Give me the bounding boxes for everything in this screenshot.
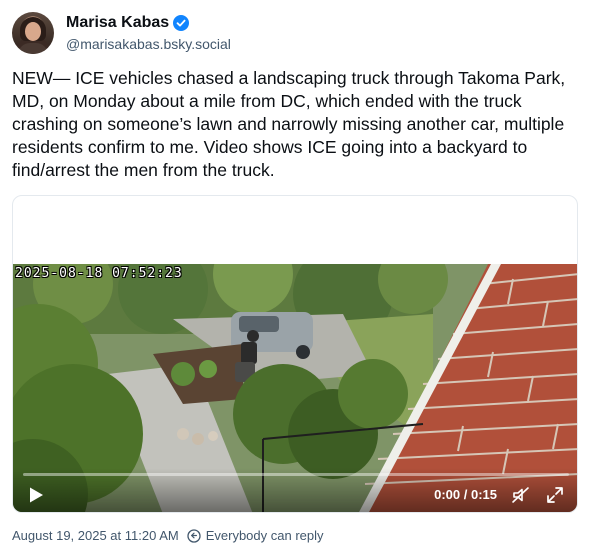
play-button[interactable]: [27, 486, 45, 504]
verified-badge-icon: [173, 15, 190, 31]
author-display-name[interactable]: Marisa Kabas: [66, 14, 169, 32]
mute-button[interactable]: [511, 485, 531, 505]
video-controls: 0:00 / 0:15: [13, 468, 577, 512]
reply-setting[interactable]: Everybody can reply: [206, 528, 324, 543]
progress-bar[interactable]: [23, 473, 569, 476]
muted-speaker-icon: [512, 487, 529, 503]
avatar[interactable]: [12, 12, 54, 54]
play-icon: [30, 487, 43, 503]
post-text: NEW— ICE vehicles chased a landscaping t…: [12, 68, 571, 180]
fullscreen-icon: [547, 487, 563, 503]
globe-reply-icon: [187, 528, 201, 543]
post-date[interactable]: August 19, 2025 at 11:20 AM: [12, 528, 179, 543]
video-overlay-timestamp: 2025-08-18 07:52:23: [15, 266, 183, 281]
author-handle[interactable]: @marisakabas.bsky.social: [66, 36, 231, 52]
video-time: 0:00 / 0:15: [434, 487, 497, 502]
post-footer: August 19, 2025 at 11:20 AM Everybody ca…: [12, 528, 324, 543]
video-player[interactable]: 2025-08-18 07:52:23 0:00 / 0:15: [12, 195, 578, 513]
post-header: Marisa Kabas @marisakabas.bsky.social: [12, 12, 572, 56]
fullscreen-button[interactable]: [545, 485, 565, 505]
author-name-row: Marisa Kabas: [66, 14, 190, 32]
